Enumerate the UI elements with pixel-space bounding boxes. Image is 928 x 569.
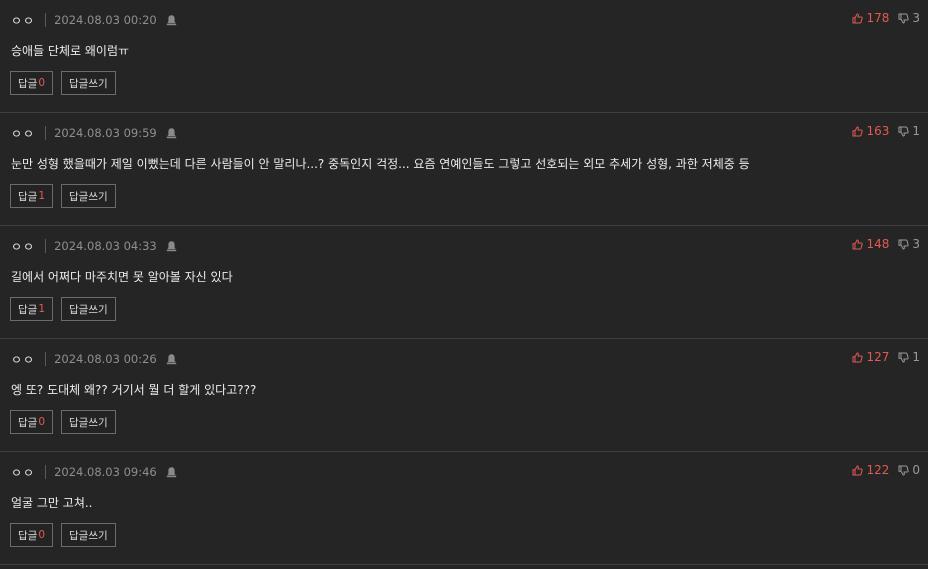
reply-label: 답글 [18, 529, 38, 542]
downvote-button[interactable]: 3 [898, 237, 920, 251]
comment-nickname: ㅇㅇ [11, 126, 36, 141]
vote-box: 178 3 [852, 11, 920, 25]
write-reply-button[interactable]: 답글쓰기 [61, 297, 116, 321]
bell-icon[interactable] [166, 466, 177, 478]
thumbs-down-icon [898, 13, 910, 24]
upvote-button[interactable]: 163 [852, 124, 889, 138]
comment-text: 길에서 어쩌다 마주치면 못 알아볼 자신 있다 [11, 270, 233, 284]
bell-icon[interactable] [166, 240, 177, 252]
bell-icon[interactable] [166, 14, 177, 26]
vote-box: 148 3 [852, 237, 920, 251]
upvote-count: 178 [866, 11, 890, 25]
comment-item: ㅇㅇ 2024.08.03 09:46 122 0 얼굴 그만 고쳐.. 답글 0… [0, 452, 928, 565]
vote-box: 122 0 [852, 463, 920, 477]
comment-actions: 답글 1 답글쓰기 [10, 297, 124, 321]
reply-toggle-button[interactable]: 답글 1 [10, 297, 54, 321]
reply-toggle-button[interactable]: 답글 1 [10, 184, 54, 208]
write-reply-button[interactable]: 답글쓰기 [61, 71, 116, 95]
comment-item: ㅇㅇ 2024.08.03 09:59 163 1 눈만 성형 했을때가 제일 … [0, 113, 928, 226]
upvote-count: 163 [866, 124, 890, 138]
comment-nickname: ㅇㅇ [11, 352, 36, 367]
upvote-button[interactable]: 127 [852, 350, 889, 364]
vote-box: 127 1 [852, 350, 920, 364]
reply-toggle-button[interactable]: 답글 0 [10, 71, 54, 95]
downvote-button[interactable]: 0 [898, 463, 920, 477]
comment-meta: ㅇㅇ 2024.08.03 09:46 [11, 464, 177, 480]
comment-date: 2024.08.03 09:46 [54, 465, 157, 479]
comment-nickname: ㅇㅇ [11, 465, 36, 480]
comment-nickname: ㅇㅇ [11, 239, 36, 254]
reply-label: 답글 [18, 77, 38, 90]
comment-actions: 답글 0 답글쓰기 [10, 71, 124, 95]
reply-count: 0 [38, 77, 46, 89]
thumbs-up-icon [852, 464, 864, 475]
write-reply-button[interactable]: 답글쓰기 [61, 184, 116, 208]
upvote-button[interactable]: 122 [852, 463, 889, 477]
reply-label: 답글 [18, 416, 38, 429]
comment-date: 2024.08.03 00:20 [54, 13, 157, 27]
comment-actions: 답글 1 답글쓰기 [10, 184, 124, 208]
upvote-count: 127 [866, 350, 890, 364]
thumbs-up-icon [852, 125, 864, 136]
comment-date: 2024.08.03 04:33 [54, 239, 157, 253]
meta-divider [45, 239, 47, 253]
downvote-button[interactable]: 3 [898, 11, 920, 25]
downvote-button[interactable]: 1 [898, 124, 920, 138]
bell-icon[interactable] [166, 353, 177, 365]
downvote-button[interactable]: 1 [898, 350, 920, 364]
upvote-count: 148 [866, 237, 890, 251]
comment-list: ㅇㅇ 2024.08.03 00:20 178 3 승애들 단체로 왜이럼ㅠ 답… [0, 0, 928, 569]
downvote-count: 1 [912, 124, 920, 138]
thumbs-down-icon [898, 126, 910, 137]
reply-count: 0 [38, 529, 46, 541]
reply-toggle-button[interactable]: 답글 0 [10, 523, 54, 547]
downvote-count: 0 [912, 463, 920, 477]
bell-icon[interactable] [166, 127, 177, 139]
reply-label: 답글 [18, 303, 38, 316]
downvote-count: 3 [912, 11, 920, 25]
comment-date: 2024.08.03 09:59 [54, 126, 157, 140]
comment-meta: ㅇㅇ 2024.08.03 00:26 [11, 351, 177, 367]
reply-count: 1 [38, 190, 46, 202]
write-reply-button[interactable]: 답글쓰기 [61, 410, 116, 434]
vote-box: 163 1 [852, 124, 920, 138]
comment-text: 얼굴 그만 고쳐.. [11, 496, 93, 510]
comment-item: ㅇㅇ 2024.08.03 04:33 148 3 길에서 어쩌다 마주치면 못… [0, 226, 928, 339]
reply-label: 답글 [18, 190, 38, 203]
comment-item: ㅇㅇ 2024.08.03 00:26 127 1 엥 또? 도대체 왜?? 거… [0, 339, 928, 452]
thumbs-up-icon [852, 12, 864, 23]
thumbs-up-icon [852, 238, 864, 249]
upvote-button[interactable]: 178 [852, 11, 889, 25]
meta-divider [45, 352, 47, 366]
comment-actions: 답글 0 답글쓰기 [10, 410, 124, 434]
meta-divider [45, 13, 47, 27]
thumbs-up-icon [852, 351, 864, 362]
downvote-count: 3 [912, 237, 920, 251]
comment-meta: ㅇㅇ 2024.08.03 09:59 [11, 125, 177, 141]
comment-nickname: ㅇㅇ [11, 13, 36, 28]
comment-meta: ㅇㅇ 2024.08.03 00:20 [11, 12, 177, 28]
downvote-count: 1 [912, 350, 920, 364]
comment-text: 엥 또? 도대체 왜?? 거기서 뭘 더 할게 있다고??? [11, 383, 257, 397]
comment-actions: 답글 0 답글쓰기 [10, 523, 124, 547]
comment-text: 승애들 단체로 왜이럼ㅠ [11, 44, 130, 58]
comment-item: ㅇㅇ 2024.08.03 00:20 178 3 승애들 단체로 왜이럼ㅠ 답… [0, 0, 928, 113]
meta-divider [45, 126, 47, 140]
upvote-count: 122 [866, 463, 890, 477]
comment-meta: ㅇㅇ 2024.08.03 04:33 [11, 238, 177, 254]
meta-divider [45, 465, 47, 479]
write-reply-button[interactable]: 답글쓰기 [61, 523, 116, 547]
comment-text: 눈만 성형 했을때가 제일 이뻤는데 다른 사람들이 안 말리나...? 중독인… [11, 157, 750, 171]
thumbs-down-icon [898, 352, 910, 363]
thumbs-down-icon [898, 239, 910, 250]
upvote-button[interactable]: 148 [852, 237, 889, 251]
reply-count: 0 [38, 416, 46, 428]
reply-count: 1 [38, 303, 46, 315]
comment-date: 2024.08.03 00:26 [54, 352, 157, 366]
thumbs-down-icon [898, 465, 910, 476]
reply-toggle-button[interactable]: 답글 0 [10, 410, 54, 434]
